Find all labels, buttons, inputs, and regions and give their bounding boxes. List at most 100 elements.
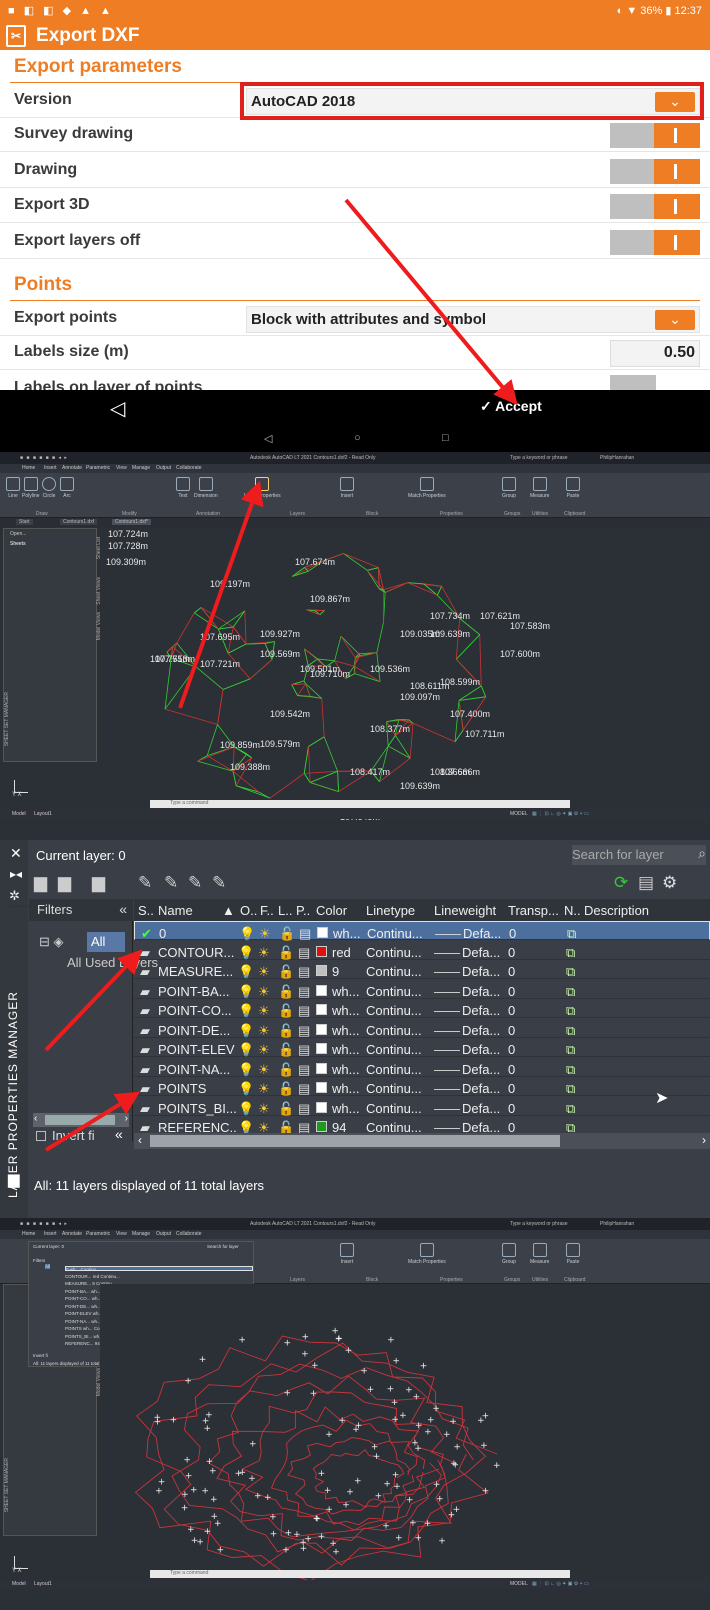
col-transparency[interactable]: Transp...	[508, 903, 559, 918]
printer-icon[interactable]: ▤	[298, 1042, 310, 1058]
set-current-icon[interactable]: ✎	[212, 873, 226, 893]
vp-freeze-icon[interactable]: ⧉	[566, 1081, 575, 1097]
menu-output[interactable]: Output	[156, 1231, 171, 1237]
layer-color-name[interactable]: wh...	[332, 1101, 359, 1116]
layer-name[interactable]: CONTOUR...	[158, 945, 238, 960]
layer-row[interactable]: ▰ POINTS_BI... 💡 ☀ 🔓 ▤ wh... Continu... —— Defa..…	[134, 1097, 710, 1116]
mini-layer-row[interactable]: CONTOUR... red Continu...	[65, 1274, 253, 1279]
scroll-thumb[interactable]	[150, 1135, 560, 1147]
vp-freeze-icon[interactable]: ⧉	[566, 1101, 575, 1117]
layer-transparency[interactable]: 0	[508, 984, 515, 999]
lightbulb-icon[interactable]: 💡	[238, 964, 254, 980]
quick-access-toolbar[interactable]: ■ ■ ■ ■ ■ ■ ◂ ▸	[20, 452, 68, 464]
layer-linetype[interactable]: Continu...	[366, 1023, 422, 1038]
menu-home[interactable]: Home	[22, 1231, 35, 1237]
nav-recent-icon[interactable]: □	[442, 432, 449, 444]
layer-name[interactable]: POINT-BA...	[158, 984, 238, 999]
menu-annotate[interactable]: Annotate	[62, 465, 82, 471]
tool-circle[interactable]: Circle	[42, 477, 56, 507]
new-layer-icon[interactable]: ✎	[138, 873, 152, 893]
sort-asc-icon[interactable]: ▲	[222, 903, 235, 918]
status-tools-icons[interactable]: ▦ ⋮ ⊡ ∟ ◎ ✦ ▣ ⚙ + ▭	[532, 1581, 589, 1587]
mini-layer-row[interactable]: 0 wh... Continu...	[65, 1266, 253, 1272]
layer-transparency[interactable]: 0	[508, 964, 515, 979]
vp-freeze-icon[interactable]: ⧉	[566, 1042, 575, 1058]
layer-name[interactable]: MEASURE...	[158, 964, 238, 979]
menu-manage[interactable]: Manage	[132, 465, 150, 471]
layer-transparency[interactable]: 0	[508, 945, 515, 960]
layer-name[interactable]: POINTS	[158, 1081, 238, 1096]
layer-lineweight[interactable]: Defa...	[462, 1042, 500, 1057]
mini-invert[interactable]: Invert fi	[33, 1353, 48, 1358]
unlock-icon[interactable]: 🔓	[278, 1101, 294, 1117]
chevron-down-icon[interactable]: ⌄	[655, 310, 695, 330]
layer-row[interactable]: ▰ POINT-CO... 💡 ☀ 🔓 ▤ wh... Continu... —— Defa...…	[134, 999, 710, 1018]
menu-collaborate[interactable]: Collaborate	[176, 1231, 202, 1237]
sun-icon[interactable]: ☀	[258, 1003, 270, 1019]
layer-row[interactable]: ▰ POINT-BA... 💡 ☀ 🔓 ▤ wh... Continu... —— Defa...…	[134, 980, 710, 999]
layer-linetype[interactable]: Continu...	[366, 1062, 422, 1077]
color-swatch[interactable]	[316, 1043, 327, 1054]
menu-view[interactable]: View	[116, 1231, 127, 1237]
status-tools-icons[interactable]: ▦ ⋮ ⊡ ∟ ◎ ✦ ▣ ⚙ + ▭	[532, 811, 589, 817]
color-swatch[interactable]	[316, 965, 327, 976]
mini-search[interactable]: Search for layer	[207, 1244, 239, 1249]
grid-hscroll[interactable]: ‹ ›	[134, 1133, 710, 1149]
color-swatch[interactable]	[316, 1023, 327, 1035]
tool-group[interactable]: Group	[502, 477, 516, 507]
menu-manage[interactable]: Manage	[132, 1231, 150, 1237]
color-swatch[interactable]	[316, 1004, 327, 1015]
printer-icon[interactable]: ▤	[298, 1023, 310, 1039]
color-swatch[interactable]	[316, 1082, 327, 1093]
layer-name[interactable]: POINTS_BI...	[158, 1101, 238, 1116]
printer-icon[interactable]: ▤	[298, 1062, 310, 1078]
col-freeze[interactable]: F..	[260, 903, 274, 918]
layer-linetype[interactable]: Continu...	[366, 1042, 422, 1057]
menu-insert[interactable]: Insert	[44, 1231, 57, 1237]
drawing-toggle[interactable]	[610, 159, 700, 184]
menu-collaborate[interactable]: Collaborate	[176, 465, 202, 471]
layer-color-name[interactable]: wh...	[332, 984, 359, 999]
layer-color-name[interactable]: wh...	[332, 1023, 359, 1038]
menu-parametric[interactable]: Parametric	[86, 465, 110, 471]
refresh-icon[interactable]: ⟳	[614, 873, 628, 893]
new-property-filter-icon[interactable]: ▆	[34, 873, 47, 893]
sun-icon[interactable]: ☀	[258, 984, 270, 1000]
nav-back-icon[interactable]: ◁	[264, 432, 272, 445]
printer-icon[interactable]: ▤	[298, 964, 310, 980]
printer-icon[interactable]: ▤	[298, 945, 310, 961]
layer-transparency[interactable]: 0	[508, 1023, 515, 1038]
layer-name[interactable]: POINT-ELEV	[158, 1042, 238, 1057]
labels-layer-toggle[interactable]	[610, 375, 656, 390]
unlock-icon[interactable]: 🔓	[278, 1003, 294, 1019]
tab-contours1[interactable]: Contours1.dxf	[60, 519, 98, 525]
layer-transparency[interactable]: 0	[508, 1003, 515, 1018]
filters-hscroll[interactable]: ‹ ›	[33, 1113, 129, 1127]
col-status[interactable]: S..	[138, 903, 154, 918]
vp-freeze-icon[interactable]: ⧉	[566, 984, 575, 1000]
tool-measure[interactable]: Measure	[530, 477, 549, 507]
layer-states-icon[interactable]: ▆	[92, 873, 105, 893]
layer-linetype[interactable]: Continu...	[366, 984, 422, 999]
col-description[interactable]: Description	[584, 903, 649, 918]
layer-color-name[interactable]: wh...	[332, 1062, 359, 1077]
sun-icon[interactable]: ☀	[258, 1023, 270, 1039]
settings-export-icon[interactable]: ▤	[638, 873, 654, 893]
command-line[interactable]: Type a command	[150, 800, 570, 808]
contour-drawing-canvas[interactable]: + + + + + + + + + + + + + + + + + + + + + + + + + + + + + + + + + + + + + + + +…	[100, 1284, 710, 1584]
layer-color-name[interactable]: wh...	[332, 1042, 359, 1057]
gear-icon[interactable]: ⚙	[662, 873, 677, 893]
layer-linetype[interactable]: Continu...	[366, 1081, 422, 1096]
export-3d-toggle[interactable]	[610, 194, 700, 219]
tool-match-properties[interactable]: Match Properties	[408, 1243, 446, 1273]
export-layers-off-toggle[interactable]	[610, 230, 700, 255]
layer-color-name[interactable]: wh...	[333, 926, 360, 941]
tree-expander-icon[interactable]: ⊟ ◈	[39, 934, 64, 950]
layer-linetype[interactable]: Continu...	[366, 945, 422, 960]
col-name[interactable]: Name	[158, 903, 193, 918]
tool-text[interactable]: Text	[176, 477, 190, 507]
status-model-label[interactable]: MODEL	[510, 1581, 528, 1587]
color-swatch[interactable]	[316, 1062, 327, 1074]
cad-user-name[interactable]: PhilipHanrahan	[600, 452, 634, 464]
tool-match-properties[interactable]: Match Properties	[408, 477, 446, 507]
